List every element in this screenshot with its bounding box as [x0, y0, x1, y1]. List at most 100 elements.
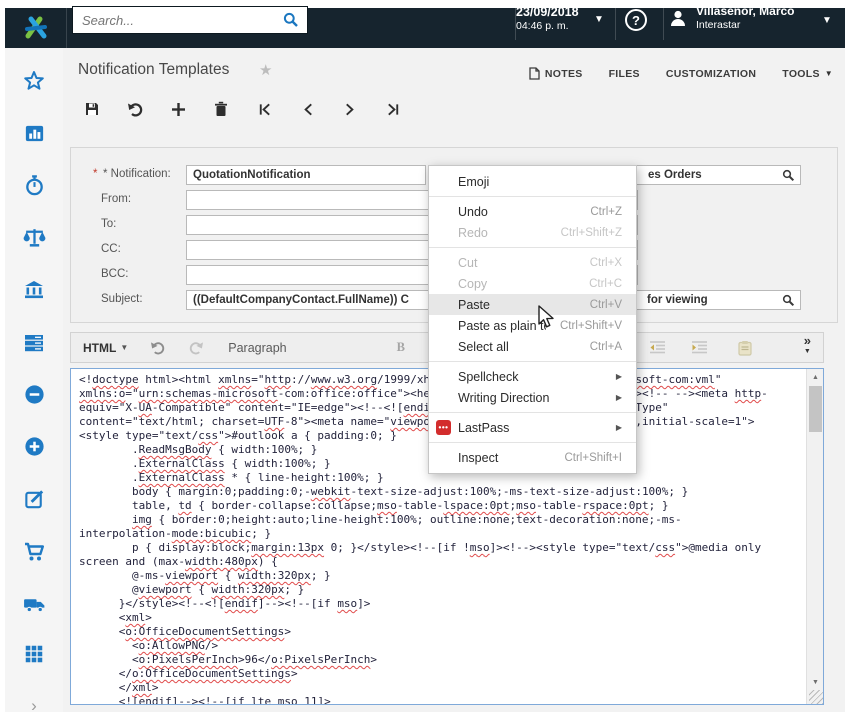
editor-undo-button[interactable] — [150, 341, 166, 355]
menu-item-inspect[interactable]: InspectCtrl+Shift+I — [429, 447, 636, 468]
bar-chart-icon — [23, 122, 46, 145]
add-button[interactable] — [167, 98, 189, 120]
menu-item-writing-direction[interactable]: Writing Direction▶ — [429, 387, 636, 408]
search-icon[interactable] — [283, 12, 299, 28]
trash-icon — [214, 101, 228, 117]
sidebar-item-lists[interactable] — [5, 328, 63, 358]
menu-item-shortcut: Ctrl+C — [589, 278, 622, 290]
menu-item-shortcut: Ctrl+Shift+I — [564, 452, 622, 464]
go-first-icon — [257, 102, 272, 117]
resize-grip[interactable] — [809, 690, 823, 704]
notes-button[interactable]: NOTES — [529, 67, 583, 80]
user-menu[interactable]: Villaseñor, Marco Interastar — [668, 4, 795, 31]
minus-circle-icon — [23, 383, 46, 406]
menu-item-paste-as-plain-text[interactable]: Paste as plain textCtrl+Shift+V — [429, 315, 636, 336]
sidebar-item-shipping[interactable] — [5, 589, 63, 619]
notification-label: * Notification: — [103, 168, 171, 180]
help-label: ? — [632, 13, 640, 28]
paste-style-button[interactable] — [737, 340, 753, 356]
user-chevron-down-icon[interactable]: ▼ — [822, 15, 832, 26]
sidebar-expand-chevron-icon[interactable]: › — [5, 691, 63, 717]
menu-item-undo[interactable]: UndoCtrl+Z — [429, 201, 636, 222]
go-last-button[interactable] — [382, 98, 404, 120]
menu-item-label: Redo — [458, 226, 547, 240]
notification-value: QuotationNotification — [193, 169, 311, 181]
help-button[interactable]: ? — [625, 9, 647, 31]
scales-icon — [22, 225, 47, 250]
business-date[interactable]: 23/09/2018 04:46 p. m. — [516, 5, 579, 32]
menu-separator — [429, 412, 636, 413]
menu-item-cut: CutCtrl+X — [429, 252, 636, 273]
menu-item-spellcheck[interactable]: Spellcheck▶ — [429, 366, 636, 387]
menu-item-label: Paste — [458, 298, 576, 312]
menu-item-label: Select all — [458, 340, 576, 354]
subject-value-left: ((DefaultCompanyContact.FullName)) C — [193, 294, 409, 306]
bold-button[interactable]: B — [397, 340, 405, 355]
notification-input[interactable]: QuotationNotification — [186, 165, 426, 185]
menu-item-lastpass[interactable]: •••LastPass▶ — [429, 417, 636, 438]
menu-item-shortcut: Ctrl+V — [590, 299, 622, 311]
files-button[interactable]: FILES — [609, 68, 640, 80]
app-logo[interactable] — [5, 8, 67, 48]
tools-button[interactable]: TOOLS ▼ — [782, 68, 833, 80]
stopwatch-icon — [23, 174, 46, 197]
menu-item-label: LastPass — [458, 421, 608, 435]
undo-button[interactable] — [124, 98, 146, 120]
menu-item-select-all[interactable]: Select allCtrl+A — [429, 336, 636, 357]
sidebar-item-balances[interactable] — [5, 222, 63, 252]
screen-value: es Orders — [648, 166, 702, 184]
menu-item-redo: Redo Ctrl+Shift+Z — [429, 222, 636, 243]
tools-chevron-down-icon: ▼ — [825, 69, 833, 78]
editor-redo-button[interactable] — [188, 341, 204, 355]
toolbar-more-button[interactable]: » ▼ — [804, 335, 811, 357]
sidebar-item-compose[interactable] — [5, 484, 63, 514]
acumatica-logo-icon — [23, 15, 49, 41]
sidebar-item-banking[interactable] — [5, 275, 63, 305]
delete-button[interactable] — [210, 98, 232, 120]
date-chevron-down-icon[interactable]: ▼ — [594, 14, 604, 25]
global-search[interactable] — [72, 6, 308, 34]
menu-item-paste[interactable]: Paste Ctrl+V — [429, 294, 636, 315]
to-label: To: — [101, 218, 116, 230]
tools-label: TOOLS — [782, 68, 819, 80]
more-label: » — [804, 335, 811, 346]
menu-item-shortcut: Ctrl+Shift+Z — [561, 227, 622, 239]
sidebar-item-data-views[interactable] — [5, 118, 63, 148]
customization-button[interactable]: CUSTOMIZATION — [666, 68, 756, 80]
outdent-button[interactable] — [649, 340, 666, 355]
indent-button[interactable] — [691, 340, 708, 355]
mode-chevron-down-icon: ▼ — [120, 343, 128, 352]
favorite-star-icon[interactable]: ★ — [259, 61, 272, 79]
record-toolbar — [81, 98, 404, 120]
paragraph-style-dropdown[interactable]: Paragraph — [228, 341, 286, 355]
editor-mode-label: HTML — [83, 341, 116, 355]
grid-icon — [23, 643, 45, 665]
plus-circle-icon — [23, 435, 46, 458]
menu-separator — [429, 442, 636, 443]
sidebar-item-time[interactable] — [5, 170, 63, 200]
subject-lookup-icon[interactable] — [782, 294, 795, 307]
go-next-button[interactable] — [339, 98, 361, 120]
scrollbar-thumb[interactable] — [809, 386, 822, 432]
menu-item-emoji[interactable]: Emoji — [429, 171, 636, 192]
sidebar-item-remove[interactable] — [5, 379, 63, 409]
menu-item-label: Copy — [458, 277, 575, 291]
context-menu: Emoji UndoCtrl+Z Redo Ctrl+Shift+Z CutCtrl+X… — [428, 165, 637, 474]
screen-lookup-icon[interactable] — [782, 169, 795, 182]
save-button[interactable] — [81, 98, 103, 120]
search-input[interactable] — [73, 13, 283, 28]
go-prev-button[interactable] — [296, 98, 318, 120]
editor-mode-dropdown[interactable]: HTML ▼ — [83, 341, 128, 355]
go-next-icon — [344, 102, 357, 117]
sidebar-item-add[interactable] — [5, 431, 63, 461]
menu-separator — [429, 247, 636, 248]
go-first-button[interactable] — [253, 98, 275, 120]
scroll-down-icon[interactable]: ▼ — [807, 674, 824, 690]
scroll-up-icon[interactable]: ▲ — [807, 369, 824, 385]
sidebar-item-sales[interactable] — [5, 537, 63, 567]
menu-separator — [429, 361, 636, 362]
sidebar-item-apps[interactable] — [5, 639, 63, 669]
menu-item-label: Undo — [458, 205, 576, 219]
vertical-scrollbar[interactable]: ▲ ▼ — [806, 369, 823, 704]
sidebar-item-favorites[interactable] — [5, 66, 63, 96]
